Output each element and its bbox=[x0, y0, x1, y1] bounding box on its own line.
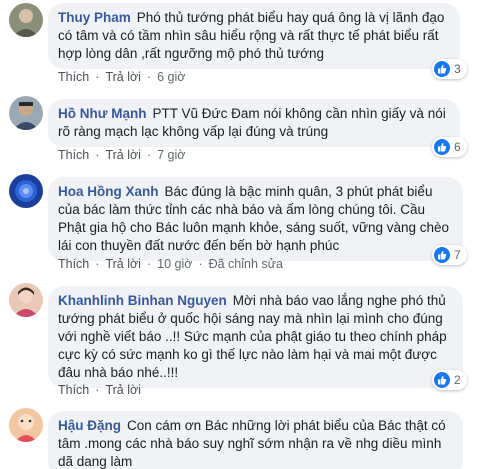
avatar[interactable] bbox=[9, 96, 43, 130]
reaction-count[interactable]: 2 bbox=[432, 370, 467, 390]
comment-actions: Thích · Trả lời bbox=[58, 383, 141, 397]
comment-bubble: Hoa Hồng Xanh Bác đúng là bậc minh quân, … bbox=[48, 177, 463, 261]
like-link[interactable]: Thích bbox=[58, 383, 89, 397]
reaction-number: 3 bbox=[454, 62, 461, 76]
avatar[interactable] bbox=[9, 408, 43, 442]
reply-link[interactable]: Trả lời bbox=[105, 383, 141, 397]
comment-bubble: Hậu Đặng Con cám ơn Bác những lời phát bi… bbox=[48, 411, 463, 469]
comment-time[interactable]: 7 giờ bbox=[157, 148, 185, 162]
comment-bubble: Thuy Pham Phó thủ tướng phát biểu hay quá… bbox=[48, 3, 460, 69]
separator-dot: · bbox=[95, 70, 100, 84]
reply-link[interactable]: Trả lời bbox=[105, 70, 141, 84]
comment-author[interactable]: Khanhlinh Binhan Nguyen bbox=[58, 293, 227, 308]
separator-dot: · bbox=[95, 383, 100, 397]
comment-actions: Thích · Trả lời · 10 giờ · Đã chỉnh sửa bbox=[58, 257, 283, 271]
comment-author[interactable]: Thuy Pham bbox=[58, 10, 131, 25]
like-icon bbox=[434, 372, 450, 388]
like-icon bbox=[434, 139, 450, 155]
like-link[interactable]: Thích bbox=[58, 148, 89, 162]
avatar[interactable] bbox=[9, 3, 43, 37]
comment-time[interactable]: 6 giờ bbox=[157, 70, 185, 84]
comment-bubble: Hồ Như Mạnh PTT Vũ Đức Đam nói không cần … bbox=[48, 99, 460, 147]
comment-actions: Thích · Trả lời · 6 giờ bbox=[58, 70, 185, 84]
comment-author[interactable]: Hoa Hồng Xanh bbox=[58, 184, 159, 199]
comment-author[interactable]: Hồ Như Mạnh bbox=[58, 106, 147, 121]
separator-dot: · bbox=[198, 257, 203, 271]
reaction-count[interactable]: 3 bbox=[432, 59, 467, 79]
like-link[interactable]: Thích bbox=[58, 257, 89, 271]
like-icon bbox=[434, 247, 450, 263]
reaction-number: 2 bbox=[454, 373, 461, 387]
reply-link[interactable]: Trả lời bbox=[105, 257, 141, 271]
comment-feed: Thuy Pham Phó thủ tướng phát biểu hay quá… bbox=[0, 0, 500, 469]
reaction-number: 7 bbox=[454, 248, 461, 262]
like-link[interactable]: Thích bbox=[58, 70, 89, 84]
separator-dot: · bbox=[146, 70, 152, 84]
avatar[interactable] bbox=[9, 174, 43, 208]
avatar[interactable] bbox=[9, 283, 43, 317]
separator-dot: · bbox=[95, 257, 100, 271]
edited-label[interactable]: Đã chỉnh sửa bbox=[209, 257, 283, 271]
reply-link[interactable]: Trả lời bbox=[105, 148, 141, 162]
reaction-count[interactable]: 6 bbox=[432, 137, 467, 157]
separator-dot: · bbox=[146, 257, 152, 271]
comment-bubble: Khanhlinh Binhan Nguyen Mời nhà báo vao l… bbox=[48, 286, 463, 388]
comment-actions: Thích · Trả lời · 7 giờ bbox=[58, 148, 185, 162]
comment-author[interactable]: Hậu Đặng bbox=[58, 418, 121, 433]
separator-dot: · bbox=[95, 148, 100, 162]
like-icon bbox=[434, 61, 450, 77]
comment-time[interactable]: 10 giờ bbox=[157, 257, 192, 271]
separator-dot: · bbox=[146, 148, 152, 162]
reaction-count[interactable]: 7 bbox=[432, 245, 467, 265]
reaction-number: 6 bbox=[454, 140, 461, 154]
